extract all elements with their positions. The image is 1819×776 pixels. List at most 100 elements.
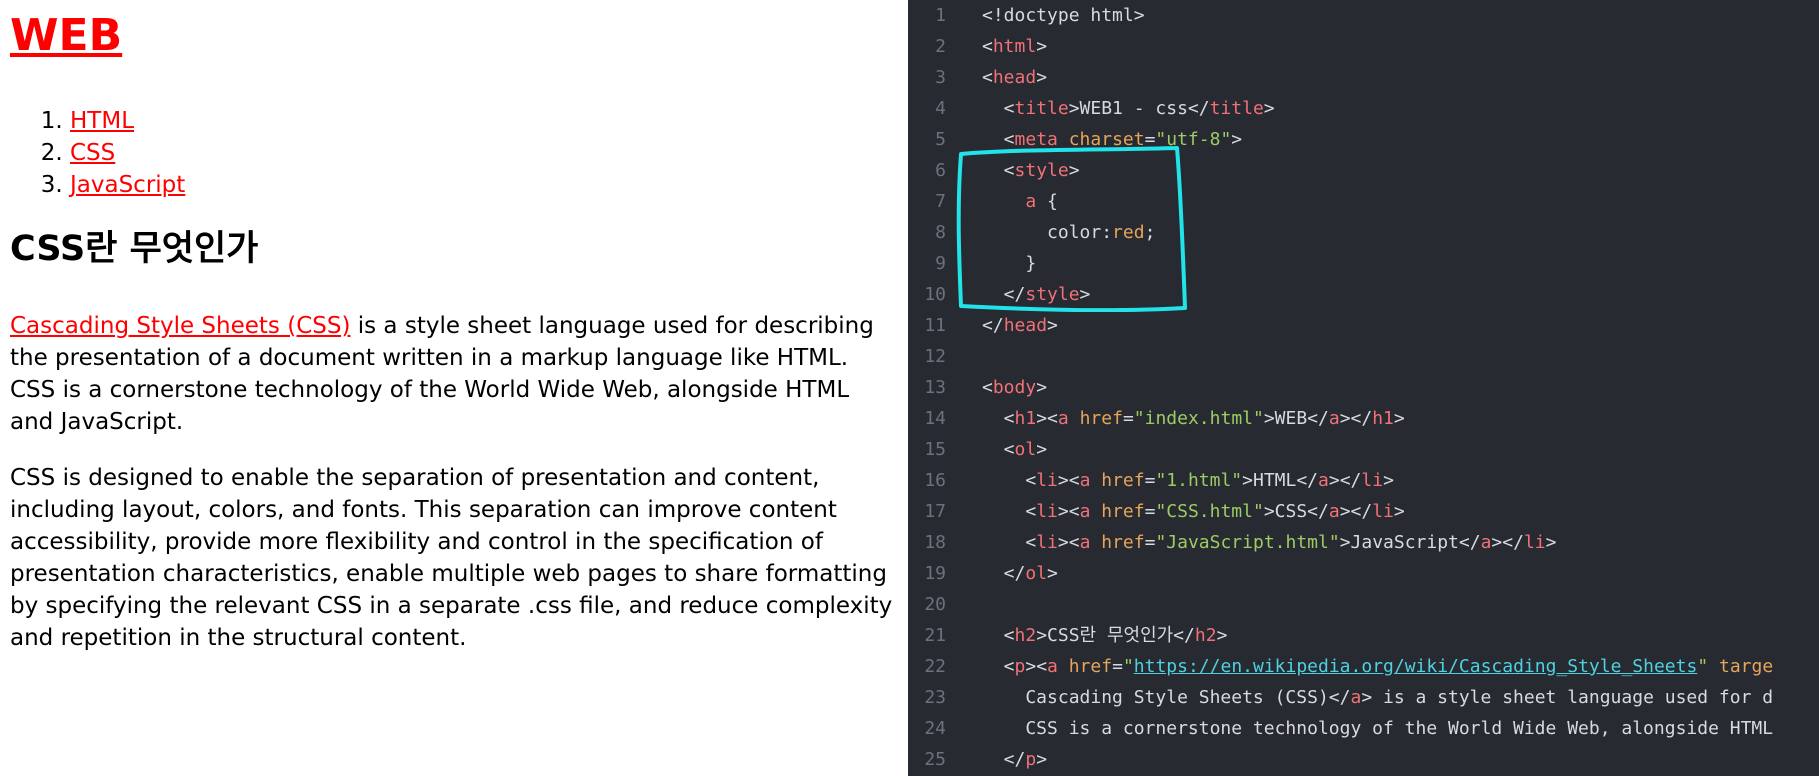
code-token: a (1328, 408, 1340, 429)
line-number: 7 (935, 191, 946, 212)
code-token: < (982, 656, 1015, 677)
line-number: 3 (935, 67, 946, 88)
code-line[interactable]: 24 CSS is a cornerstone technology of th… (908, 713, 1819, 744)
code-token: a (1079, 501, 1091, 522)
code-line[interactable]: 21 <h2>CSS란 무엇인가</h2> (908, 620, 1819, 651)
code-line[interactable]: 2 <html> (908, 31, 1819, 62)
code-token: > (1036, 439, 1048, 460)
code-token: </ (982, 749, 1026, 770)
css-link[interactable]: CSS (70, 140, 115, 166)
html-link[interactable]: HTML (70, 108, 134, 134)
code-token: a (1047, 656, 1058, 677)
code-token: targe (1719, 656, 1774, 677)
line-number: 23 (924, 687, 946, 708)
code-token: > (1036, 36, 1048, 57)
code-token: head (1003, 315, 1048, 336)
javascript-link[interactable]: JavaScript (70, 172, 185, 198)
section-heading: CSS란 무엇인가 (10, 229, 259, 269)
code-token: >< (1036, 408, 1058, 429)
line-number: 10 (924, 284, 946, 305)
code-token: >< (1057, 532, 1080, 553)
code-token: </ (982, 315, 1004, 336)
code-token: h2 (1194, 625, 1217, 646)
code-line[interactable]: 15 <ol> (908, 434, 1819, 465)
list-item: CSS (70, 137, 185, 169)
code-token: ></ (1339, 408, 1373, 429)
code-token: ></ (1339, 501, 1373, 522)
wikipedia-css-link[interactable]: Cascading Style Sheets (CSS) (10, 313, 350, 339)
line-number: 19 (924, 563, 946, 584)
web-home-link[interactable]: WEB (10, 10, 122, 61)
code-token: title (1014, 98, 1069, 119)
line-number: 25 (924, 749, 946, 770)
code-token: "index.html" (1133, 408, 1264, 429)
code-token: < (982, 377, 993, 398)
code-token: ol (1014, 439, 1037, 460)
code-token: https://en.wikipedia.org/wiki/Cascading_… (1133, 656, 1698, 677)
code-token: p (1025, 749, 1037, 770)
code-token: h1 (1014, 408, 1037, 429)
code-token: < (982, 408, 1015, 429)
line-number: 12 (924, 346, 946, 367)
code-token: >WEB</ (1263, 408, 1329, 429)
code-token: = (1144, 532, 1156, 553)
code-token: a (1350, 687, 1362, 708)
code-line[interactable]: 3 <head> (908, 62, 1819, 93)
code-token: a (1328, 501, 1340, 522)
line-number: 4 (935, 98, 946, 119)
code-token: >CSS란 무엇인가</ (1036, 625, 1195, 646)
code-token: < (982, 36, 993, 57)
code-line[interactable]: 14 <h1><a href="index.html">WEB</a></h1> (908, 403, 1819, 434)
code-line[interactable]: 22 <p><a href="https://en.wikipedia.org/… (908, 651, 1819, 682)
code-token: a (1480, 532, 1492, 553)
code-token: href (1101, 470, 1145, 491)
line-number: 6 (935, 160, 946, 181)
code-token: = (1144, 501, 1156, 522)
detail-paragraph: CSS is designed to enable the separation… (10, 465, 893, 651)
code-line[interactable]: 16 <li><a href="1.html">HTML</a></li> (908, 465, 1819, 496)
code-line[interactable]: 12 (908, 341, 1819, 372)
code-line[interactable]: 13 <body> (908, 372, 1819, 403)
line-number: 2 (935, 36, 946, 57)
code-token: "1.html" (1155, 470, 1243, 491)
code-editor[interactable]: 1 <!doctype html> 2 <html> 3 <head> 4 <title>W… (908, 0, 1819, 776)
line-number: 5 (935, 129, 946, 150)
code-token: " (1697, 656, 1709, 677)
code-token: a (1079, 532, 1091, 553)
code-line[interactable]: 19 </ol> (908, 558, 1819, 589)
code-line[interactable]: 20 (908, 589, 1819, 620)
code-token: li (1523, 532, 1546, 553)
topic-list: HTML CSS JavaScript (0, 105, 185, 201)
code-token: > (1036, 377, 1048, 398)
line-number: 21 (924, 625, 946, 646)
intro-paragraph: Cascading Style Sheets (CSS) is a style … (10, 310, 898, 438)
code-line[interactable]: 4 <title>WEB1 - css</title> (908, 93, 1819, 124)
code-token: >JavaScript</ (1339, 532, 1481, 553)
code-token: > is a style sheet language used for d (1361, 687, 1774, 708)
code-token: <!doctype html> (982, 5, 1145, 26)
line-number: 8 (935, 222, 946, 243)
code-token: >HTML</ (1242, 470, 1319, 491)
code-line[interactable]: 1 <!doctype html> (908, 0, 1819, 31)
code-token: li (1372, 501, 1394, 522)
code-token: < (982, 439, 1015, 460)
code-line[interactable]: 17 <li><a href="CSS.html">CSS</a></li> (908, 496, 1819, 527)
line-number: 24 (924, 718, 946, 739)
code-line[interactable]: 18 <li><a href="JavaScript.html">JavaScr… (908, 527, 1819, 558)
code-token: title (1209, 98, 1264, 119)
style-block-highlight (956, 146, 1187, 312)
code-token: > (1231, 129, 1243, 150)
line-number: 20 (924, 594, 946, 615)
code-line[interactable]: 25 </p> (908, 744, 1819, 775)
code-token: > (1036, 67, 1048, 88)
code-token: head (992, 67, 1037, 88)
code-line[interactable]: 23 Cascading Style Sheets (CSS)</a> is a… (908, 682, 1819, 713)
code-token: = (1112, 656, 1123, 677)
code-token: h2 (1014, 625, 1037, 646)
code-token: < (982, 98, 1015, 119)
code-line[interactable]: 11 </head> (908, 310, 1819, 341)
code-token: < (982, 625, 1015, 646)
